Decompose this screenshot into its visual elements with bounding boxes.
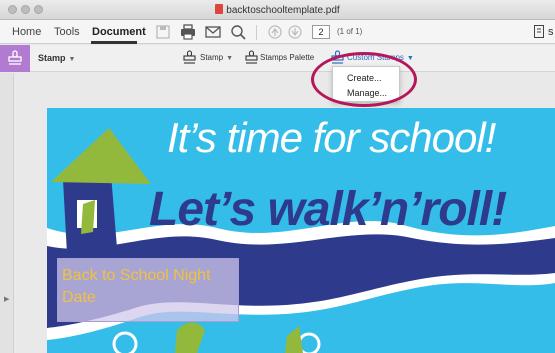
pdf-file-icon [215, 4, 224, 14]
stamp-tool-label[interactable]: Stamp ▼ [38, 53, 75, 63]
right-toolbar-cut-text: s [548, 26, 554, 38]
stamp-button-label[interactable]: Stamp ▼ [200, 53, 233, 62]
arrow-down-circle-icon[interactable] [288, 24, 302, 40]
stamps-palette-button[interactable]: Stamps Palette [260, 53, 314, 62]
stamp-tool-tab[interactable] [0, 45, 30, 72]
form-text-field[interactable]: Back to School Night Date [57, 258, 239, 322]
main-toolbar: Home Tools Document 2 (1 of 1) s [0, 20, 555, 44]
stamp-toolbar: Stamp ▼ Stamp ▼ Stamps Palette Custom Stam… [0, 45, 555, 72]
stamp-icon [8, 50, 22, 65]
search-icon[interactable] [230, 24, 246, 40]
nav-home[interactable]: Home [12, 26, 41, 38]
form-field-text: Back to School Night Date [62, 267, 211, 306]
chevron-down-icon: ▼ [226, 55, 234, 62]
stamp-button-text: Stamp [200, 53, 224, 62]
window-title: backtoschooltemplate.pdf [0, 4, 555, 16]
save-icon[interactable] [156, 24, 170, 40]
stamp-icon [183, 50, 196, 64]
headline-top: It’s time for school! [167, 114, 496, 161]
house-roof [51, 128, 151, 184]
page-number-input[interactable]: 2 [312, 25, 330, 39]
expand-panel-icon[interactable]: ▶ [4, 295, 9, 303]
nav-document[interactable]: Document [92, 26, 146, 38]
chevron-down-icon: ▼ [406, 55, 414, 62]
window-title-text: backtoschooltemplate.pdf [226, 5, 340, 16]
highlight-annotation-ring [311, 52, 417, 107]
mail-icon[interactable] [205, 24, 221, 40]
arrow-up-circle-icon[interactable] [268, 24, 282, 40]
comment-panel-icon[interactable] [534, 25, 544, 38]
headline-bottom: Let’s walk’n’roll! [149, 183, 507, 236]
toolbar-divider [256, 25, 257, 40]
window-titlebar: backtoschooltemplate.pdf [0, 0, 555, 20]
pdf-page: It’s time for school! Let’s walk’n’roll!… [47, 108, 555, 353]
stamps-palette-icon[interactable] [245, 50, 258, 65]
chevron-down-icon: ▼ [68, 56, 76, 63]
active-tab-indicator [91, 41, 137, 44]
print-icon[interactable] [180, 24, 196, 40]
stamp-tool-label-text: Stamp [38, 53, 66, 63]
page-count: (1 of 1) [337, 27, 363, 36]
left-navigation-gutter: ▶ [0, 73, 14, 353]
nav-tools[interactable]: Tools [54, 26, 80, 38]
